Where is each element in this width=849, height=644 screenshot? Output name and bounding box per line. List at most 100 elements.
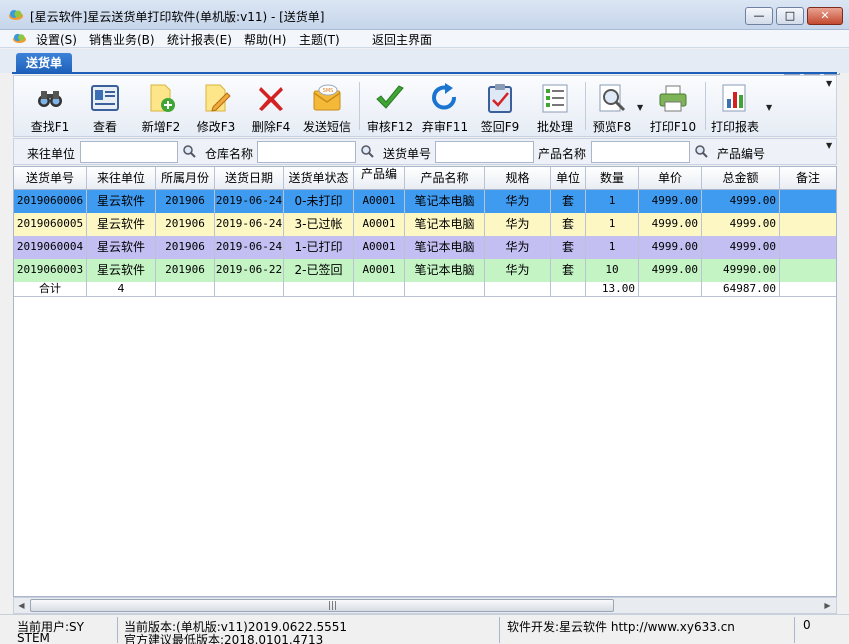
col-month[interactable]: 所属月份 — [156, 167, 215, 189]
col-date[interactable]: 送货日期 — [215, 167, 284, 189]
cell-date[interactable]: 2019-06-22 — [215, 259, 284, 282]
menu-reports[interactable]: 统计报表(E) — [167, 31, 232, 48]
cell-remark[interactable] — [780, 213, 836, 236]
col-product-code[interactable]: 产品编 — [354, 167, 405, 189]
close-button[interactable]: ✕ — [807, 7, 843, 25]
cell-remark[interactable] — [780, 190, 836, 213]
approve-button[interactable]: 审核F12 — [364, 76, 416, 136]
cell-total[interactable]: 4999.00 — [702, 213, 780, 236]
cell-order-no[interactable]: 2019060006 — [14, 190, 87, 213]
cell-customer[interactable]: 星云软件 — [87, 259, 156, 282]
cell-unit[interactable]: 套 — [551, 190, 586, 213]
cell-product-code[interactable]: A0001 — [354, 190, 405, 213]
col-price[interactable]: 单价 — [639, 167, 702, 189]
cell-remark[interactable] — [780, 259, 836, 282]
signback-button[interactable]: 签回F9 — [474, 76, 526, 136]
cell-qty[interactable]: 1 — [586, 190, 639, 213]
menu-sales[interactable]: 销售业务(B) — [89, 31, 155, 48]
send-sms-button[interactable]: SMS 发送短信 — [301, 76, 353, 136]
cell-customer[interactable]: 星云软件 — [87, 190, 156, 213]
cell-product-name[interactable]: 笔记本电脑 — [405, 259, 485, 282]
cell-date[interactable]: 2019-06-24 — [215, 190, 284, 213]
menu-settings[interactable]: 设置(S) — [36, 31, 77, 48]
cell-price[interactable]: 4999.00 — [639, 213, 702, 236]
cell-customer[interactable]: 星云软件 — [87, 236, 156, 259]
add-button[interactable]: 新增F2 — [135, 76, 187, 136]
cell-order-no[interactable]: 2019060003 — [14, 259, 87, 282]
print-report-button[interactable]: 打印报表 — [709, 76, 761, 136]
batch-button[interactable]: 批处理 — [529, 76, 581, 136]
preview-button[interactable]: 预览F8 — [586, 76, 638, 136]
col-qty[interactable]: 数量 — [586, 167, 639, 189]
cell-product-code[interactable]: A0001 — [354, 213, 405, 236]
cell-unit[interactable]: 套 — [551, 213, 586, 236]
cell-date[interactable]: 2019-06-24 — [215, 213, 284, 236]
cell-status[interactable]: 2-已签回 — [284, 259, 354, 282]
cell-total[interactable]: 4999.00 — [702, 190, 780, 213]
menu-theme[interactable]: 主题(T) — [299, 31, 340, 48]
scroll-thumb[interactable]: ||| — [30, 599, 614, 612]
view-button[interactable]: 查看 — [79, 76, 131, 136]
cell-status[interactable]: 1-已打印 — [284, 236, 354, 259]
cell-product-code[interactable]: A0001 — [354, 236, 405, 259]
tab-delivery-note[interactable]: 送货单 — [16, 53, 72, 74]
cell-price[interactable]: 4999.00 — [639, 190, 702, 213]
customer-search-icon[interactable] — [182, 144, 196, 158]
cell-spec[interactable]: 华为 — [485, 259, 551, 282]
col-order-no[interactable]: 送货单号 — [14, 167, 87, 189]
cell-status[interactable]: 3-已过帐 — [284, 213, 354, 236]
cell-spec[interactable]: 华为 — [485, 213, 551, 236]
customer-input[interactable] — [80, 141, 178, 163]
cell-date[interactable]: 2019-06-24 — [215, 236, 284, 259]
cell-month[interactable]: 201906 — [156, 190, 215, 213]
col-total[interactable]: 总金额 — [702, 167, 780, 189]
cell-unit[interactable]: 套 — [551, 259, 586, 282]
toolbar-overflow-icon[interactable]: ▼ — [826, 79, 832, 88]
cell-spec[interactable]: 华为 — [485, 236, 551, 259]
col-spec[interactable]: 规格 — [485, 167, 551, 189]
preview-dropdown-icon[interactable]: ▼ — [637, 103, 643, 112]
col-status[interactable]: 送货单状态 — [284, 167, 354, 189]
cell-customer[interactable]: 星云软件 — [87, 213, 156, 236]
edit-button[interactable]: 修改F3 — [190, 76, 242, 136]
table-row[interactable]: 2019060005 星云软件 201906 2019-06-24 3-已过帐 A0001… — [14, 213, 836, 236]
maximize-button[interactable]: □ — [776, 7, 804, 25]
cell-qty[interactable]: 1 — [586, 236, 639, 259]
cell-month[interactable]: 201906 — [156, 236, 215, 259]
minimize-button[interactable]: — — [745, 7, 773, 25]
cell-unit[interactable]: 套 — [551, 236, 586, 259]
scroll-left-icon[interactable]: ◀ — [14, 599, 29, 613]
table-row[interactable]: 2019060006 星云软件 201906 2019-06-24 0-未打印 A0001… — [14, 190, 836, 213]
menu-help[interactable]: 帮助(H) — [244, 31, 286, 48]
cell-product-name[interactable]: 笔记本电脑 — [405, 236, 485, 259]
warehouse-input[interactable] — [257, 141, 356, 163]
searchbar-overflow-icon[interactable]: ▼ — [826, 141, 832, 150]
unapprove-button[interactable]: 弃审F11 — [419, 76, 471, 136]
cell-status[interactable]: 0-未打印 — [284, 190, 354, 213]
cell-order-no[interactable]: 2019060004 — [14, 236, 87, 259]
warehouse-search-icon[interactable] — [360, 144, 374, 158]
cell-month[interactable]: 201906 — [156, 259, 215, 282]
cell-month[interactable]: 201906 — [156, 213, 215, 236]
cell-qty[interactable]: 10 — [586, 259, 639, 282]
report-dropdown-icon[interactable]: ▼ — [766, 103, 772, 112]
find-button[interactable]: 查找F1 — [24, 76, 76, 136]
order-no-input[interactable] — [435, 141, 534, 163]
horizontal-scrollbar[interactable]: ◀ ||| ▶ — [13, 597, 837, 614]
cell-total[interactable]: 49990.00 — [702, 259, 780, 282]
scroll-right-icon[interactable]: ▶ — [820, 599, 835, 613]
col-unit[interactable]: 单位 — [551, 167, 586, 189]
cell-spec[interactable]: 华为 — [485, 190, 551, 213]
product-search-icon[interactable] — [694, 144, 708, 158]
cell-price[interactable]: 4999.00 — [639, 259, 702, 282]
col-customer[interactable]: 来往单位 — [87, 167, 156, 189]
delete-button[interactable]: 删除F4 — [245, 76, 297, 136]
product-name-input[interactable] — [591, 141, 690, 163]
table-row[interactable]: 2019060004 星云软件 201906 2019-06-24 1-已打印 A0001… — [14, 236, 836, 259]
cell-product-code[interactable]: A0001 — [354, 259, 405, 282]
cell-remark[interactable] — [780, 236, 836, 259]
cell-price[interactable]: 4999.00 — [639, 236, 702, 259]
cell-order-no[interactable]: 2019060005 — [14, 213, 87, 236]
menu-return-main[interactable]: 返回主界面 — [372, 31, 432, 48]
cell-product-name[interactable]: 笔记本电脑 — [405, 213, 485, 236]
